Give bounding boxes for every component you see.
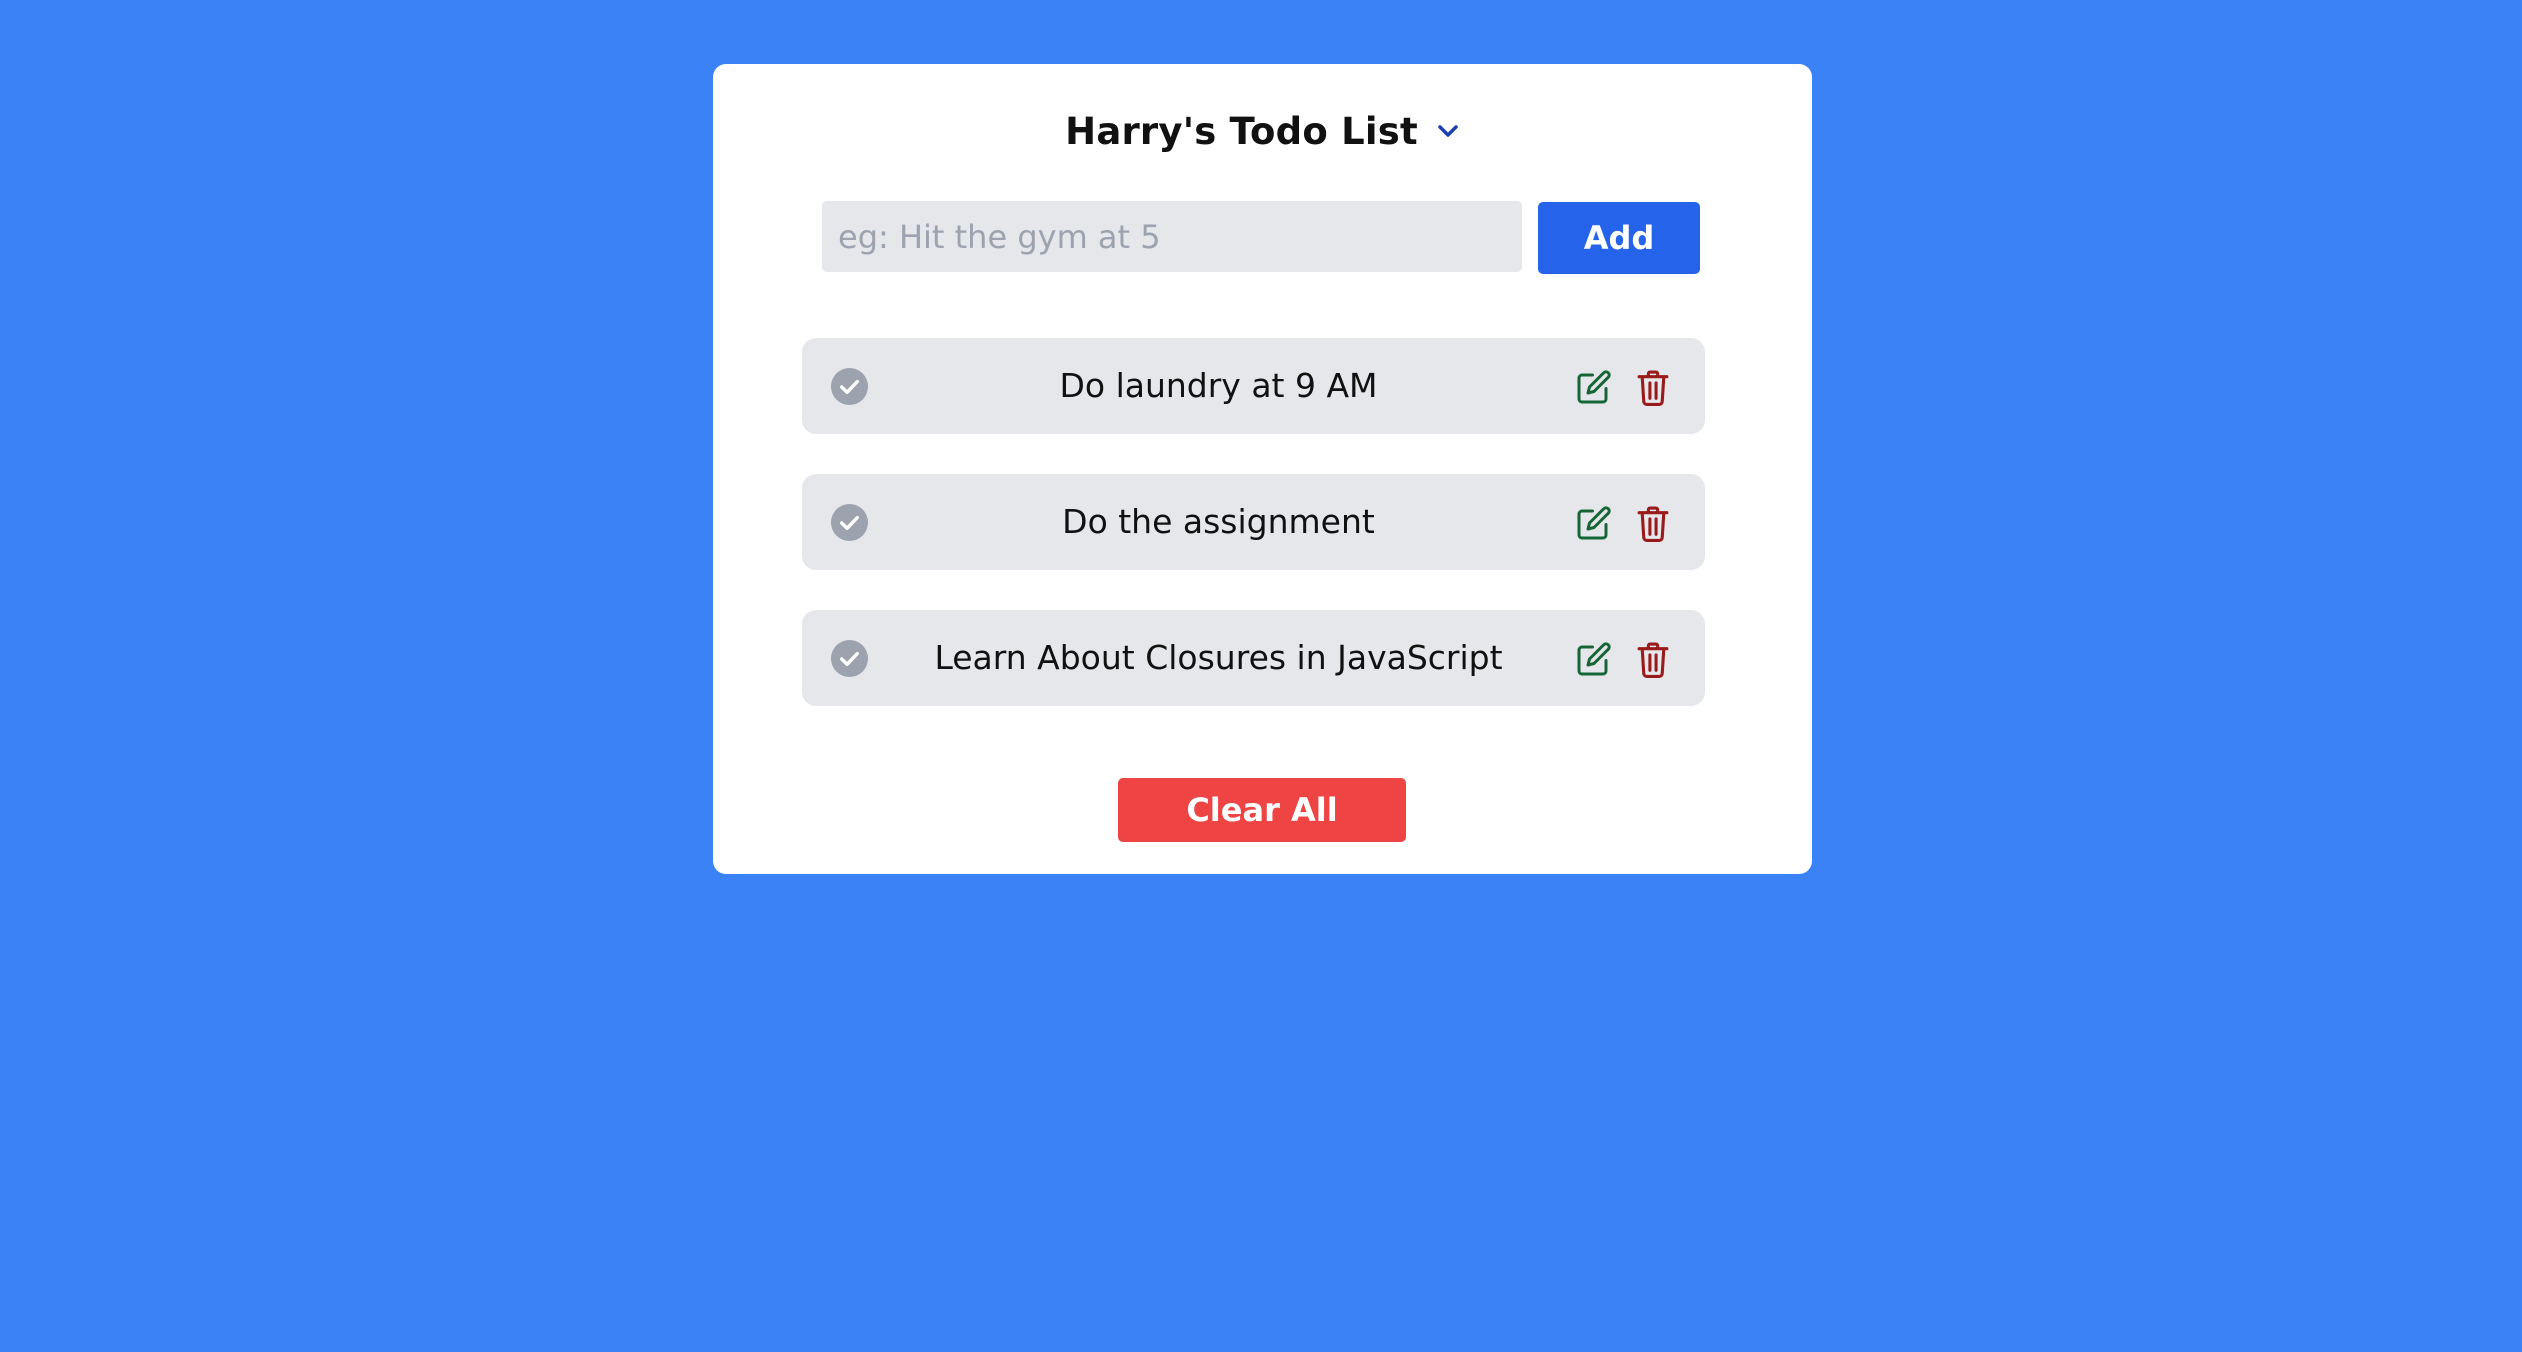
- edit-icon[interactable]: [1576, 641, 1612, 677]
- trash-icon[interactable]: [1636, 369, 1670, 406]
- page-title: Harry's Todo List: [1065, 109, 1418, 153]
- todo-text: Do laundry at 9 AM: [1059, 366, 1378, 405]
- check-circle-icon[interactable]: [830, 503, 869, 542]
- edit-icon[interactable]: [1576, 369, 1612, 405]
- todo-text: Do the assignment: [1062, 502, 1375, 541]
- todo-text: Learn About Closures in JavaScript: [934, 638, 1503, 677]
- add-todo-row: Add: [822, 201, 1700, 274]
- check-circle-icon[interactable]: [830, 367, 869, 406]
- clear-all-button[interactable]: Clear All: [1118, 778, 1406, 842]
- todo-item: Learn About Closures in JavaScript: [802, 610, 1705, 706]
- check-circle-icon[interactable]: [830, 639, 869, 678]
- todo-list: Do laundry at 9 AM Do the assignment Lea…: [802, 338, 1705, 746]
- trash-icon[interactable]: [1636, 641, 1670, 678]
- todo-input[interactable]: [822, 201, 1522, 272]
- edit-icon[interactable]: [1576, 505, 1612, 541]
- todo-item: Do the assignment: [802, 474, 1705, 570]
- todo-header: Harry's Todo List: [713, 104, 1812, 158]
- chevron-down-icon[interactable]: [1436, 123, 1460, 139]
- todo-item: Do laundry at 9 AM: [802, 338, 1705, 434]
- add-button[interactable]: Add: [1538, 202, 1700, 274]
- trash-icon[interactable]: [1636, 505, 1670, 542]
